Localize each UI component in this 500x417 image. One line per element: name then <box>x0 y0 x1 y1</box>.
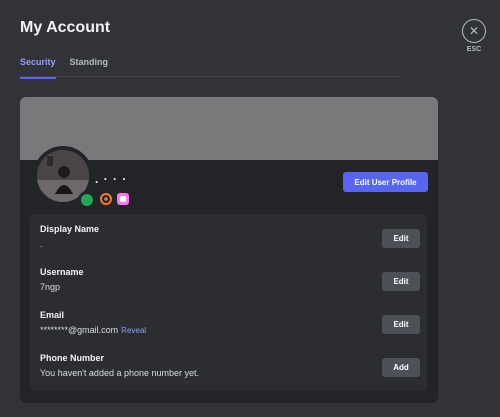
field-label: Username <box>40 267 84 277</box>
close-button[interactable]: ✕ <box>462 19 486 43</box>
field-phone: Phone Number You haven't added a phone n… <box>40 353 420 378</box>
online-status-indicator <box>78 191 96 209</box>
edit-user-profile-button[interactable]: Edit User Profile <box>343 172 428 192</box>
page-title: My Account <box>20 19 111 36</box>
field-display-name: Display Name . Edit <box>40 224 420 249</box>
field-value: . <box>40 239 43 249</box>
field-value: 7ngp <box>40 282 61 292</box>
field-value: You haven't added a phone number yet. <box>40 368 200 378</box>
avatar-frame <box>33 146 96 209</box>
account-card: . · · · Edit User Profile Display Name .… <box>20 97 438 403</box>
edit-email-button[interactable]: Edit <box>382 315 420 334</box>
close-control: ✕ ESC <box>461 19 487 53</box>
edit-username-button[interactable]: Edit <box>382 272 420 291</box>
field-value: ********@gmail.com Reveal <box>40 325 420 335</box>
tabs-divider <box>20 76 400 77</box>
hypesquad-badge-icon[interactable] <box>100 193 112 205</box>
close-icon: ✕ <box>468 24 480 38</box>
email-masked: ********@gmail.com <box>40 325 119 335</box>
field-email: Email ********@gmail.com Reveal Edit <box>40 310 420 335</box>
nitro-badge-icon[interactable] <box>117 193 129 205</box>
edit-display-name-button[interactable]: Edit <box>382 229 420 248</box>
badge-list <box>100 193 129 205</box>
add-phone-button[interactable]: Add <box>382 358 420 377</box>
field-label: Email <box>40 310 65 320</box>
profile-banner <box>20 97 438 160</box>
profile-display-name: . · · · <box>95 172 128 186</box>
reveal-email-link[interactable]: Reveal <box>121 326 146 335</box>
field-username: Username 7ngp Edit <box>40 267 420 292</box>
esc-label: ESC <box>466 46 482 53</box>
account-info-panel: Display Name . Edit Username 7ngp Edit E… <box>30 214 427 391</box>
field-label: Display Name <box>40 224 100 234</box>
field-label: Phone Number <box>40 353 105 363</box>
